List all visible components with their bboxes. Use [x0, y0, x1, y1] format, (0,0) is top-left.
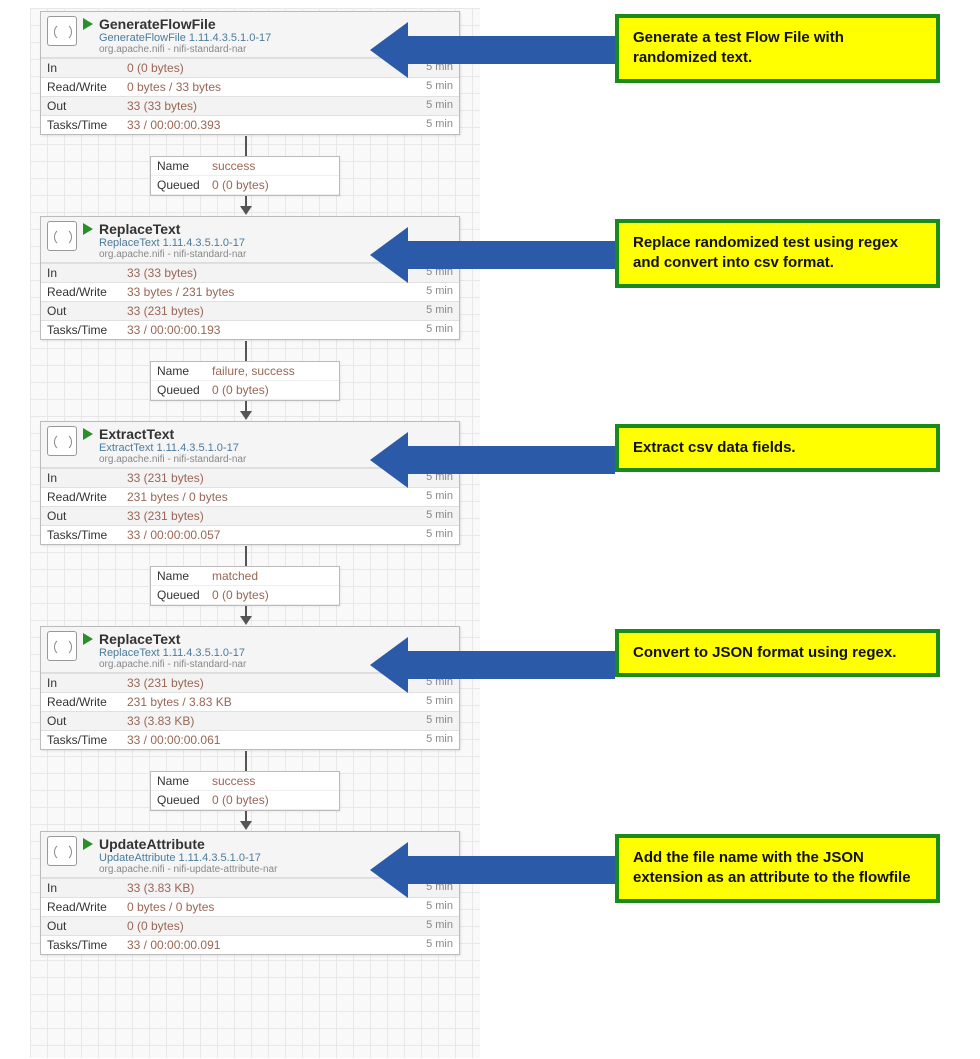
connection-success[interactable]: Namesuccess Queued0 (0 bytes) — [150, 156, 340, 196]
run-status-icon — [83, 18, 93, 30]
flow-arrow-icon — [240, 411, 252, 420]
flow-arrow-icon — [240, 616, 252, 625]
callout-arrow-icon — [370, 637, 615, 693]
processor-icon — [47, 836, 77, 866]
nifi-canvas[interactable]: GenerateFlowFile GenerateFlowFile 1.11.4… — [30, 8, 480, 1058]
flow-arrow-icon — [240, 206, 252, 215]
connection-failure-success[interactable]: Namefailure, success Queued0 (0 bytes) — [150, 361, 340, 401]
callout-box: Extract csv data fields. — [615, 424, 940, 472]
callout-arrow-icon — [370, 22, 615, 78]
callout-box: Replace randomized test using regex and … — [615, 219, 940, 288]
processor-icon — [47, 221, 77, 251]
callout-arrow-icon — [370, 432, 615, 488]
flow-arrow-icon — [240, 821, 252, 830]
processor-icon — [47, 631, 77, 661]
connection-success-2[interactable]: Namesuccess Queued0 (0 bytes) — [150, 771, 340, 811]
flow-line — [245, 751, 247, 773]
callout-arrow-icon — [370, 842, 615, 898]
processor-icon — [47, 16, 77, 46]
processor-icon — [47, 426, 77, 456]
run-status-icon — [83, 223, 93, 235]
run-status-icon — [83, 428, 93, 440]
callout-box: Convert to JSON format using regex. — [615, 629, 940, 677]
callout-arrow-icon — [370, 227, 615, 283]
callout-box: Add the file name with the JSON extensio… — [615, 834, 940, 903]
run-status-icon — [83, 633, 93, 645]
flow-line — [245, 136, 247, 158]
connection-matched[interactable]: Namematched Queued0 (0 bytes) — [150, 566, 340, 606]
flow-line — [245, 341, 247, 363]
callout-box: Generate a test Flow File with randomize… — [615, 14, 940, 83]
run-status-icon — [83, 838, 93, 850]
flow-line — [245, 546, 247, 568]
